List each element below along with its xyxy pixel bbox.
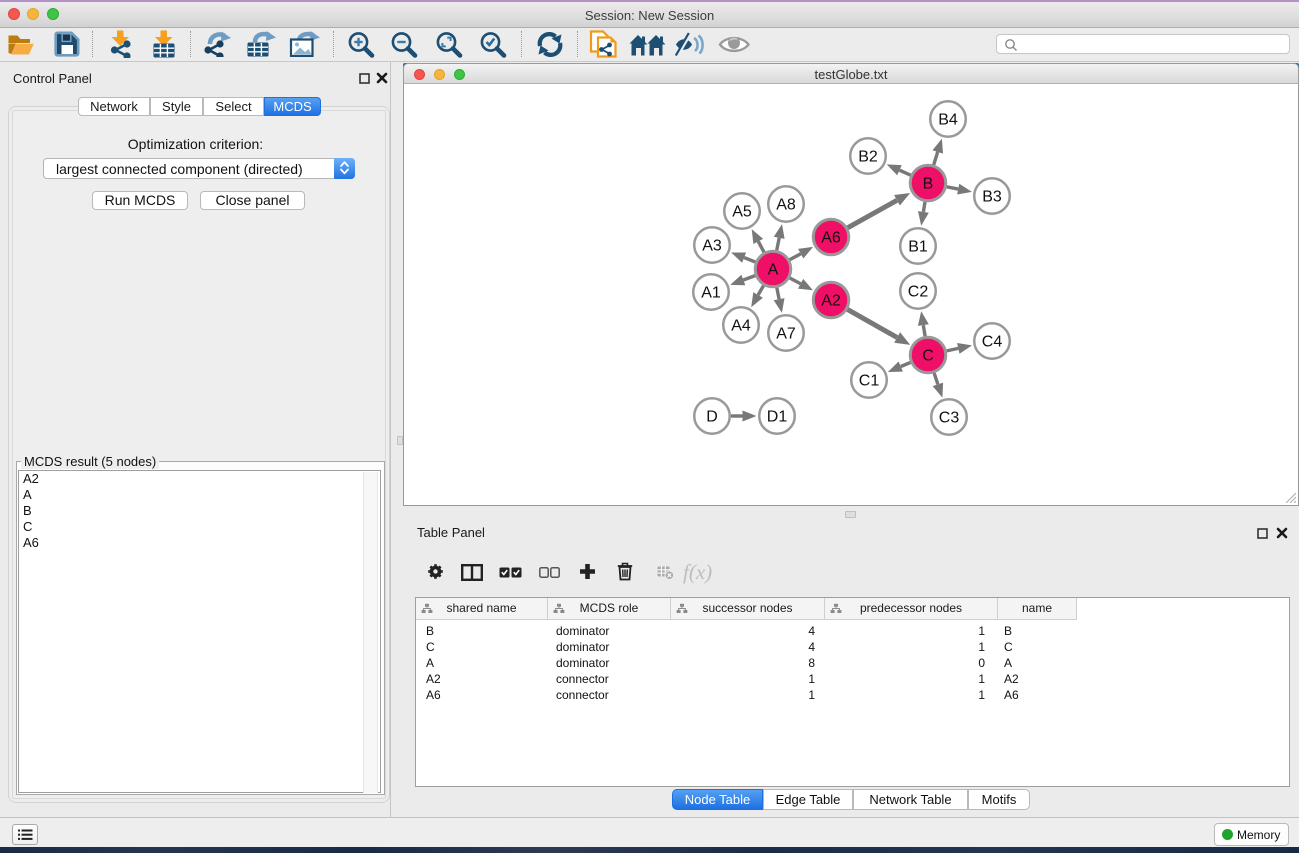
svg-text:C1: C1 (859, 373, 880, 390)
svg-text:B3: B3 (982, 189, 1002, 206)
svg-text:D1: D1 (767, 409, 788, 426)
svg-text:A5: A5 (732, 204, 752, 221)
svg-text:A3: A3 (702, 238, 722, 255)
svg-text:B4: B4 (938, 112, 958, 129)
svg-text:C2: C2 (908, 284, 929, 301)
svg-text:B1: B1 (908, 239, 928, 256)
svg-text:A4: A4 (731, 318, 751, 335)
svg-text:A6: A6 (821, 230, 841, 247)
svg-text:B2: B2 (858, 149, 878, 166)
svg-text:C4: C4 (982, 334, 1003, 351)
svg-text:C3: C3 (939, 410, 960, 427)
svg-text:A1: A1 (701, 285, 721, 302)
svg-text:C: C (922, 348, 934, 365)
svg-text:A: A (768, 262, 779, 279)
svg-text:A2: A2 (821, 293, 841, 310)
svg-text:B: B (923, 176, 934, 193)
svg-text:D: D (706, 409, 718, 426)
svg-text:A7: A7 (776, 326, 796, 343)
svg-text:A8: A8 (776, 197, 796, 214)
